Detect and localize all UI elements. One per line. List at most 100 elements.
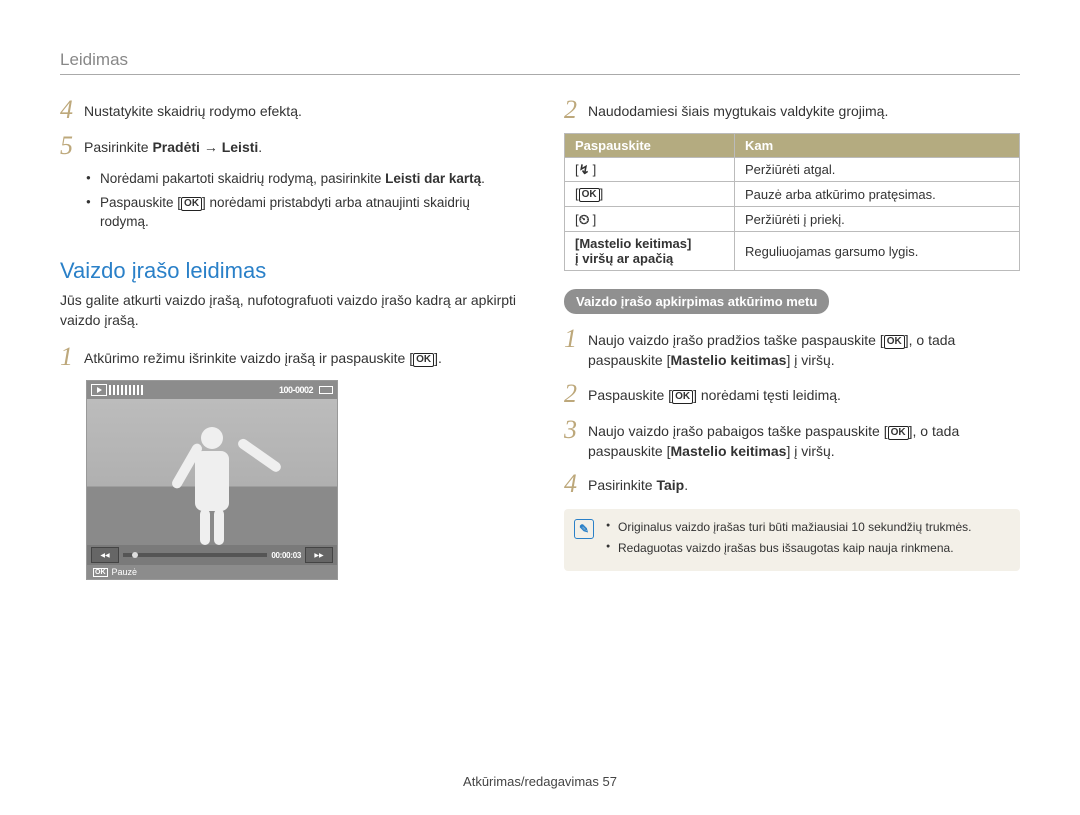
battery-icon bbox=[319, 386, 333, 394]
header-rule bbox=[60, 74, 1020, 75]
table-row: [↯] Peržiūrėti atgal. bbox=[565, 158, 1020, 182]
table-row: [⏲] Peržiūrėti į priekį. bbox=[565, 207, 1020, 232]
section-lead: Jūs galite atkurti vaizdo įrašą, nufotog… bbox=[60, 290, 516, 331]
trim-step-3: 3 Naujo vaizdo įrašo pabaigos taške pasp… bbox=[564, 417, 1020, 462]
text: Paspauskite [ bbox=[100, 195, 181, 210]
text: ]. bbox=[434, 350, 442, 366]
ok-icon: OK bbox=[93, 568, 108, 577]
text: ] į viršų. bbox=[786, 443, 834, 459]
desc-cell: Reguliuojamas garsumo lygis. bbox=[735, 232, 1020, 271]
button-cell: [Mastelio keitimas] į viršų ar apačią bbox=[565, 232, 735, 271]
text: . bbox=[258, 139, 262, 155]
step-text: Naujo vaizdo įrašo pradžios taške paspau… bbox=[588, 326, 1020, 371]
step-text: Nustatykite skaidrių rodymo efektą. bbox=[84, 97, 302, 121]
play-icon bbox=[91, 384, 107, 396]
step-text: Pasirinkite Taip. bbox=[588, 471, 688, 495]
columns: 4 Nustatykite skaidrių rodymo efektą. 5 … bbox=[60, 97, 1020, 580]
left-column: 4 Nustatykite skaidrių rodymo efektą. 5 … bbox=[60, 97, 516, 580]
rew-button-icon: ◀◀ bbox=[91, 547, 119, 563]
thumb-footer: OK Pauzė bbox=[87, 565, 337, 579]
bold-text: Taip bbox=[656, 477, 684, 493]
note-box: ✎ Originalus vaizdo įrašas turi būti maž… bbox=[564, 509, 1020, 571]
button-cell: [OK] bbox=[565, 182, 735, 207]
button-cell: [⏲] bbox=[565, 207, 735, 232]
thumb-topbar: 100-0002 bbox=[87, 381, 337, 399]
thumb-time: 00:00:03 bbox=[271, 551, 301, 560]
step-number: 5 bbox=[60, 133, 84, 159]
track bbox=[123, 553, 267, 557]
ok-icon: OK bbox=[413, 353, 434, 367]
table-row: [OK] Pauzė arba atkūrimo pratęsimas. bbox=[565, 182, 1020, 207]
bold-text: į viršų ar apačią bbox=[575, 251, 673, 266]
text: . bbox=[684, 477, 688, 493]
bold-text: Leisti dar kartą bbox=[385, 171, 481, 186]
sub-bullets: Norėdami pakartoti skaidrių rodymą, pasi… bbox=[86, 169, 516, 232]
table-row: [Mastelio keitimas] į viršų ar apačią Re… bbox=[565, 232, 1020, 271]
video-thumbnail: 100-0002 ◀◀ 00:00:03 ▶▶ bbox=[86, 380, 338, 580]
person-silhouette bbox=[184, 427, 240, 545]
page: Leidimas 4 Nustatykite skaidrių rodymo e… bbox=[0, 0, 1080, 610]
text: ] į viršų. bbox=[786, 352, 834, 368]
desc-cell: Peržiūrėti atgal. bbox=[735, 158, 1020, 182]
step-number: 4 bbox=[564, 471, 588, 497]
ff-button-icon: ▶▶ bbox=[305, 547, 333, 563]
text: Pasirinkite bbox=[588, 477, 656, 493]
bullet-item: Paspauskite [OK] norėdami pristabdyti ar… bbox=[86, 193, 516, 232]
thumb-progressbar: ◀◀ 00:00:03 ▶▶ bbox=[87, 545, 337, 565]
step-number: 1 bbox=[60, 344, 84, 370]
trim-step-4: 4 Pasirinkite Taip. bbox=[564, 471, 1020, 497]
ok-icon: OK bbox=[672, 390, 693, 404]
text: Norėdami pakartoti skaidrių rodymą, pasi… bbox=[100, 171, 385, 186]
desc-cell: Pauzė arba atkūrimo pratęsimas. bbox=[735, 182, 1020, 207]
ok-icon: OK bbox=[181, 197, 202, 211]
ok-icon: OK bbox=[884, 335, 905, 349]
step-1: 1 Atkūrimo režimu išrinkite vaizdo įrašą… bbox=[60, 344, 516, 370]
button-cell: [↯] bbox=[565, 158, 735, 182]
ok-icon: OK bbox=[579, 188, 600, 202]
text: . bbox=[481, 171, 485, 186]
bullet-item: Norėdami pakartoti skaidrių rodymą, pasi… bbox=[86, 169, 516, 189]
step-number: 3 bbox=[564, 417, 588, 443]
subheading-pill: Vaizdo įrašo apkirpimas atkūrimo metu bbox=[564, 289, 829, 314]
bold-text: [Mastelio keitimas] bbox=[575, 236, 691, 251]
step-2: 2 Naudodamiesi šiais mygtukais valdykite… bbox=[564, 97, 1020, 123]
bold-text: Mastelio keitimas bbox=[671, 352, 787, 368]
step-text: Naujo vaizdo įrašo pabaigos taške paspau… bbox=[588, 417, 1020, 462]
text: Naujo vaizdo įrašo pradžios taške paspau… bbox=[588, 332, 884, 348]
right-column: 2 Naudodamiesi šiais mygtukais valdykite… bbox=[564, 97, 1020, 580]
step-text: Pasirinkite Pradėti → Leisti. bbox=[84, 133, 262, 157]
text: Atkūrimo režimu išrinkite vaizdo įrašą i… bbox=[84, 350, 413, 366]
signal-icon bbox=[109, 385, 145, 395]
table-header-row: Paspauskite Kam bbox=[565, 134, 1020, 158]
arrow-text: → bbox=[200, 139, 222, 155]
page-footer: Atkūrimas/redagavimas 57 bbox=[0, 774, 1080, 789]
bold-text: Pradėti bbox=[152, 139, 199, 155]
table-header: Kam bbox=[735, 134, 1020, 158]
controls-table: Paspauskite Kam [↯] Peržiūrėti atgal. [O… bbox=[564, 133, 1020, 271]
section-heading: Vaizdo įrašo leidimas bbox=[60, 258, 516, 284]
bold-text: Mastelio keitimas bbox=[671, 443, 787, 459]
text: Pasirinkite bbox=[84, 139, 152, 155]
flash-icon: ↯ bbox=[579, 162, 593, 176]
ok-icon: OK bbox=[888, 426, 909, 440]
table-header: Paspauskite bbox=[565, 134, 735, 158]
text: Naujo vaizdo įrašo pabaigos taške paspau… bbox=[588, 423, 888, 439]
trim-step-2: 2 Paspauskite [OK] norėdami tęsti leidim… bbox=[564, 381, 1020, 407]
step-number: 2 bbox=[564, 97, 588, 123]
trim-step-1: 1 Naujo vaizdo įrašo pradžios taške pasp… bbox=[564, 326, 1020, 371]
section-header: Leidimas bbox=[60, 50, 1020, 70]
text: ] norėdami tęsti leidimą. bbox=[693, 387, 841, 403]
thumb-footer-label: Pauzė bbox=[112, 567, 138, 577]
note-item: Redaguotas vaizdo įrašas bus išsaugotas … bbox=[606, 540, 1006, 557]
timer-icon: ⏲ bbox=[579, 211, 593, 225]
step-4: 4 Nustatykite skaidrių rodymo efektą. bbox=[60, 97, 516, 123]
step-text: Atkūrimo režimu išrinkite vaizdo įrašą i… bbox=[84, 344, 442, 368]
step-number: 1 bbox=[564, 326, 588, 352]
text: Paspauskite [ bbox=[588, 387, 672, 403]
step-text: Paspauskite [OK] norėdami tęsti leidimą. bbox=[588, 381, 841, 405]
note-item: Originalus vaizdo įrašas turi būti mažia… bbox=[606, 519, 1006, 536]
desc-cell: Peržiūrėti į priekį. bbox=[735, 207, 1020, 232]
step-number: 4 bbox=[60, 97, 84, 123]
step-5: 5 Pasirinkite Pradėti → Leisti. bbox=[60, 133, 516, 159]
bold-text: Leisti bbox=[222, 139, 259, 155]
